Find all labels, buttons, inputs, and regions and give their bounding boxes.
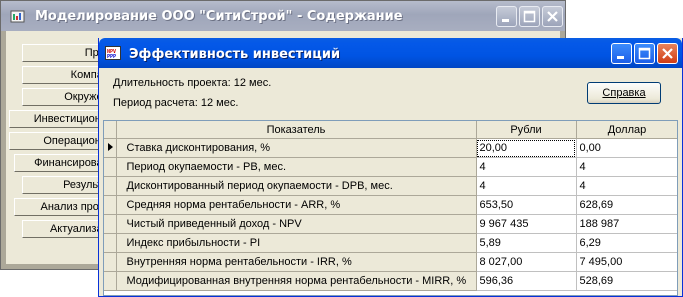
close-icon [662,48,673,59]
maximize-button[interactable] [519,6,540,27]
dialog-maximize-button[interactable] [634,43,655,64]
investment-efficiency-window: NPV PPP Эффективность инвестиций Длительн… [98,38,683,297]
app-icon [10,10,25,23]
maximize-icon [638,47,651,60]
row-name: Модифицированная внутренняя норма рентаб… [116,271,477,291]
dialog-title: Эффективность инвестиций [129,47,341,62]
header-usd[interactable]: Доллар [576,121,677,139]
efficiency-table: Показатель Рубли Доллар Ставка дисконтир… [103,120,678,296]
table-row[interactable]: Дисконтированный период окупаемости - DP… [104,176,677,196]
close-icon [547,11,558,22]
row-indicator [104,271,117,291]
table-row[interactable]: Чистый приведенный доход - NPV 9 967 435… [104,214,677,234]
row-name: Дисконтированный период окупаемости - DP… [116,176,477,196]
cell-usd[interactable]: 0,00 [576,138,677,158]
dialog-minimize-button[interactable] [611,43,632,64]
maximize-icon [523,10,536,23]
row-name: Средняя норма рентабельности - ARR, % [116,195,477,215]
project-duration-label: Длительность проекта: 12 мес. [113,77,272,89]
cell-usd[interactable]: 7 495,00 [576,252,677,272]
table-row[interactable]: Внутренняя норма рентабельности - IRR, %… [104,252,677,272]
help-button[interactable]: Справка [587,82,661,104]
table-row[interactable]: Средняя норма рентабельности - ARR, % 65… [104,195,677,215]
table-row[interactable]: Период окупаемости - PB, мес. 4 4 [104,157,677,177]
cell-usd[interactable]: 4 [576,176,677,196]
row-indicator [104,214,117,234]
svg-text:PPP: PPP [107,54,116,59]
cell-rub[interactable]: 8 027,00 [476,252,577,272]
row-pointer-icon [107,142,113,151]
row-indicator [104,195,117,215]
row-indicator [104,157,117,177]
cell-rub[interactable]: 4 [476,157,577,177]
minimize-button[interactable] [496,6,517,27]
cell-rub[interactable]: 596,36 [476,271,577,291]
dialog-close-button[interactable] [657,43,678,64]
current-row-indicator [104,138,117,158]
row-name: Индекс прибыльности - PI [116,233,477,253]
table-row[interactable]: Ставка дисконтирования, % 20,00 0,00 [104,138,677,158]
cell-rub[interactable]: 4 [476,176,577,196]
table-row[interactable]: Модифицированная внутренняя норма рентаб… [104,271,677,291]
minimize-icon [502,19,509,22]
dialog-titlebar[interactable]: NPV PPP Эффективность инвестиций [99,38,682,68]
row-indicator [104,233,117,253]
cell-usd[interactable]: 628,69 [576,195,677,215]
header-indicator[interactable]: Показатель [116,121,477,139]
table-header-row: Показатель Рубли Доллар [104,121,677,139]
row-indicator [104,176,117,196]
cell-rub[interactable]: 20,00 [476,138,577,158]
main-window-title: Моделирование ООО "СитиСтрой" - Содержан… [35,9,403,24]
cell-usd[interactable]: 4 [576,157,677,177]
header-rub[interactable]: Рубли [476,121,577,139]
cell-rub[interactable]: 653,50 [476,195,577,215]
cell-usd[interactable]: 188 987 [576,214,677,234]
close-button[interactable] [542,6,563,27]
table-row[interactable]: Индекс прибыльности - PI 5,89 6,29 [104,233,677,253]
npv-app-icon: NPV PPP [105,46,121,60]
row-name: Чистый приведенный доход - NPV [116,214,477,234]
main-window-titlebar[interactable]: Моделирование ООО "СитиСтрой" - Содержан… [1,1,565,31]
cell-usd[interactable]: 6,29 [576,233,677,253]
row-name: Ставка дисконтирования, % [116,138,477,158]
minimize-icon [617,56,624,59]
row-indicator [104,252,117,272]
row-name: Период окупаемости - PB, мес. [116,157,477,177]
calc-period-label: Период расчета: 12 мес. [113,97,239,109]
header-indicator-cell [104,121,117,139]
cell-rub[interactable]: 5,89 [476,233,577,253]
cell-rub[interactable]: 9 967 435 [476,214,577,234]
cell-usd[interactable]: 528,69 [576,271,677,291]
row-name: Внутренняя норма рентабельности - IRR, % [116,252,477,272]
